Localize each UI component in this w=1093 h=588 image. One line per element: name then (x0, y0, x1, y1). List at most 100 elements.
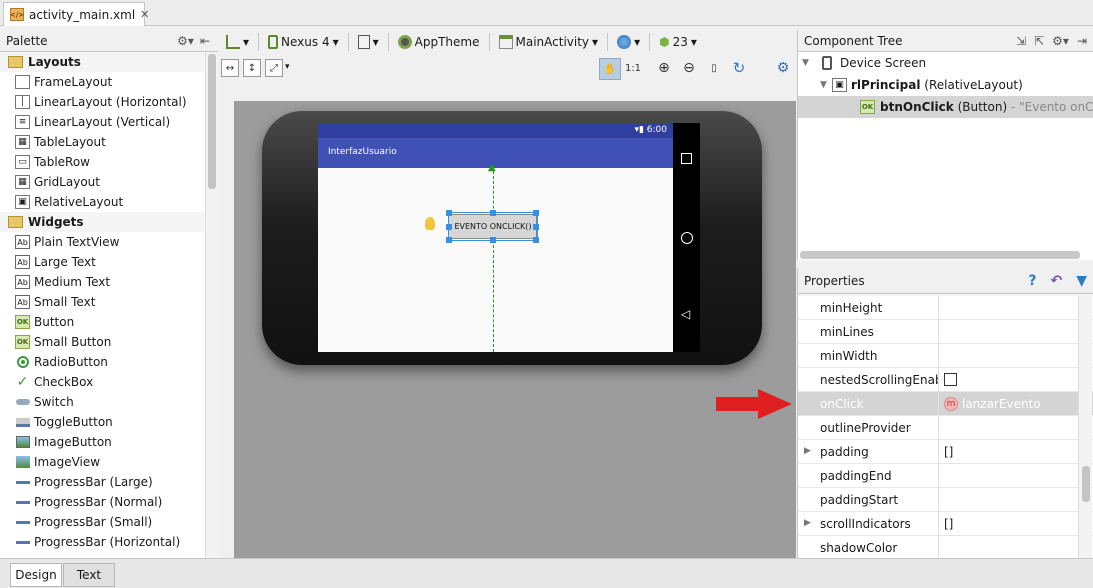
refresh-icon[interactable]: ↻ (730, 59, 748, 77)
pan-icon[interactable]: ✋ (599, 58, 621, 80)
palette-item-button[interactable]: OK Button (0, 312, 205, 332)
property-value[interactable]: [] (939, 440, 1093, 463)
properties-scrollbar[interactable] (1078, 296, 1092, 558)
palette-item-togglebutton[interactable]: ToggleButton (0, 412, 205, 432)
scrollbar-thumb[interactable] (208, 54, 216, 189)
resize-handle[interactable] (533, 224, 539, 230)
property-row[interactable]: shadowColor (798, 536, 1093, 560)
device-dropdown[interactable]: Nexus 4 ▾ (265, 32, 342, 52)
resize-handle[interactable] (446, 237, 452, 243)
property-value[interactable] (939, 488, 1093, 511)
property-value[interactable] (939, 536, 1093, 559)
palette-item-progressbar-normal[interactable]: ProgressBar (Normal) (0, 492, 205, 512)
expand-arrow-icon[interactable]: ▶ (804, 446, 811, 456)
palette-item-small-text[interactable]: Ab Small Text (0, 292, 205, 312)
property-row[interactable]: minHeight (798, 296, 1093, 320)
expand-arrow-icon[interactable]: ▶ (804, 518, 811, 528)
expand-arrow-icon[interactable]: ▼ (820, 80, 832, 90)
tree-node-device-screen[interactable]: ▼ Device Screen (798, 52, 1093, 74)
palette-item-checkbox[interactable]: ✓ CheckBox (0, 372, 205, 392)
resize-handle[interactable] (446, 210, 452, 216)
palette-item-progressbar-small[interactable]: ProgressBar (Small) (0, 512, 205, 532)
property-value[interactable] (939, 344, 1093, 367)
property-row[interactable]: ▶ scrollIndicators[] (798, 512, 1093, 536)
resize-handle[interactable] (490, 210, 496, 216)
palette-item-tablerow[interactable]: ▭ TableRow (0, 152, 205, 172)
horizontal-scrollbar[interactable] (800, 251, 1080, 259)
activity-dropdown[interactable]: MainActivity ▾ (496, 32, 602, 52)
hide-panel-icon[interactable]: ⇥ (1077, 34, 1087, 48)
resize-handle[interactable] (446, 224, 452, 230)
palette-group-widgets[interactable]: Widgets (0, 212, 205, 232)
zoom-in-icon[interactable]: ⊕ (655, 59, 673, 77)
zoom-out-icon[interactable]: ⊖ (680, 59, 698, 77)
palette-item-switch[interactable]: Switch (0, 392, 205, 412)
fit-icon[interactable]: ⤢ (265, 59, 283, 77)
palette-group-layouts[interactable]: Layouts (0, 52, 205, 72)
property-row-onclick[interactable]: onClick m lanzarEvento (798, 392, 1093, 416)
tree-node-btnonclick[interactable]: OKbtnOnClick (Button) - "Evento onClick(… (798, 96, 1093, 118)
palette-item-imageview[interactable]: ImageView (0, 452, 205, 472)
palette-item-plain-textview[interactable]: Ab Plain TextView (0, 232, 205, 252)
help-icon[interactable]: ? (1028, 273, 1036, 289)
palette-item-progressbar-large[interactable]: ProgressBar (Large) (0, 472, 205, 492)
property-row[interactable]: minLines (798, 320, 1093, 344)
collapse-all-icon[interactable]: ⇱ (1034, 34, 1044, 48)
property-row[interactable]: minWidth (798, 344, 1093, 368)
property-checkbox[interactable] (944, 373, 957, 386)
property-value[interactable] (939, 320, 1093, 343)
hide-panel-icon[interactable]: ⇤ (200, 34, 210, 48)
palette-scrollbar[interactable] (205, 52, 218, 558)
palette-item-radiobutton[interactable]: RadioButton (0, 352, 205, 372)
theme-dropdown[interactable]: AppTheme (395, 32, 483, 52)
resize-handle[interactable] (533, 237, 539, 243)
palette-item-framelayout[interactable]: FrameLayout (0, 72, 205, 92)
palette-item-relativelayout[interactable]: ▣ RelativeLayout (0, 192, 205, 212)
lightbulb-icon[interactable] (425, 217, 435, 230)
palette-item-imagebutton[interactable]: ImageButton (0, 432, 205, 452)
property-row[interactable]: paddingEnd (798, 464, 1093, 488)
scrollbar-thumb[interactable] (1082, 466, 1090, 502)
guide-arrow-icon: ▲ (488, 162, 496, 173)
property-row[interactable]: paddingStart (798, 488, 1093, 512)
resize-handle[interactable] (490, 237, 496, 243)
api-level-dropdown[interactable]: ⬢ 23 ▾ (656, 32, 700, 52)
actual-size-icon[interactable]: 1:1 (624, 59, 642, 77)
file-tab-activity-main[interactable]: </> activity_main.xml ✕ (3, 2, 149, 26)
palette-item-linearlayout-vertical[interactable]: ≡ LinearLayout (Vertical) (0, 112, 205, 132)
property-value[interactable] (939, 416, 1093, 439)
property-row[interactable]: ▶ padding[] (798, 440, 1093, 464)
palette-item-small-button[interactable]: OK Small Button (0, 332, 205, 352)
filter-icon[interactable]: ▼ (1076, 273, 1087, 289)
undo-icon[interactable]: ↶ (1050, 273, 1062, 289)
palette-item-progressbar-horizontal[interactable]: ProgressBar (Horizontal) (0, 532, 205, 552)
chevron-down-icon[interactable]: ▾ (285, 62, 290, 72)
close-icon[interactable]: ✕ (140, 8, 149, 21)
expand-all-icon[interactable]: ⇲ (1016, 34, 1026, 48)
tab-design[interactable]: Design (10, 563, 62, 587)
palette-item-medium-text[interactable]: Ab Medium Text (0, 272, 205, 292)
tab-text[interactable]: Text (63, 563, 115, 587)
gear-icon[interactable]: ⚙▾ (1052, 34, 1069, 48)
expand-vertical-icon[interactable]: ↕ (243, 59, 261, 77)
property-value[interactable]: [] (939, 512, 1093, 535)
palette-item-linearlayout-horizontal[interactable]: │ LinearLayout (Horizontal) (0, 92, 205, 112)
palette-item-large-text[interactable]: Ab Large Text (0, 252, 205, 272)
expand-horizontal-icon[interactable]: ↔ (221, 59, 239, 77)
orientation-dropdown[interactable]: ▾ (355, 32, 382, 52)
property-value[interactable] (939, 296, 1093, 319)
property-row[interactable]: nestedScrollingEnabled (798, 368, 1093, 392)
render-config-button[interactable]: ▾ (223, 32, 252, 52)
resize-handle[interactable] (533, 210, 539, 216)
settings-icon[interactable]: ⚙ (774, 59, 792, 77)
gear-icon[interactable]: ⚙▾ (177, 34, 194, 48)
tree-node-rlprincipal[interactable]: ▼ ▣ rlPrincipal (RelativeLayout) (798, 74, 1093, 96)
expand-arrow-icon[interactable]: ▼ (802, 58, 814, 68)
property-value[interactable] (939, 464, 1093, 487)
palette-item-gridlayout[interactable]: ▦ GridLayout (0, 172, 205, 192)
screenshot-icon[interactable]: ▯ (705, 59, 723, 77)
locale-dropdown[interactable]: ▾ (614, 32, 643, 52)
onclick-value[interactable]: lanzarEvento (962, 397, 1041, 411)
property-row[interactable]: outlineProvider (798, 416, 1093, 440)
palette-item-tablelayout[interactable]: ▦ TableLayout (0, 132, 205, 152)
